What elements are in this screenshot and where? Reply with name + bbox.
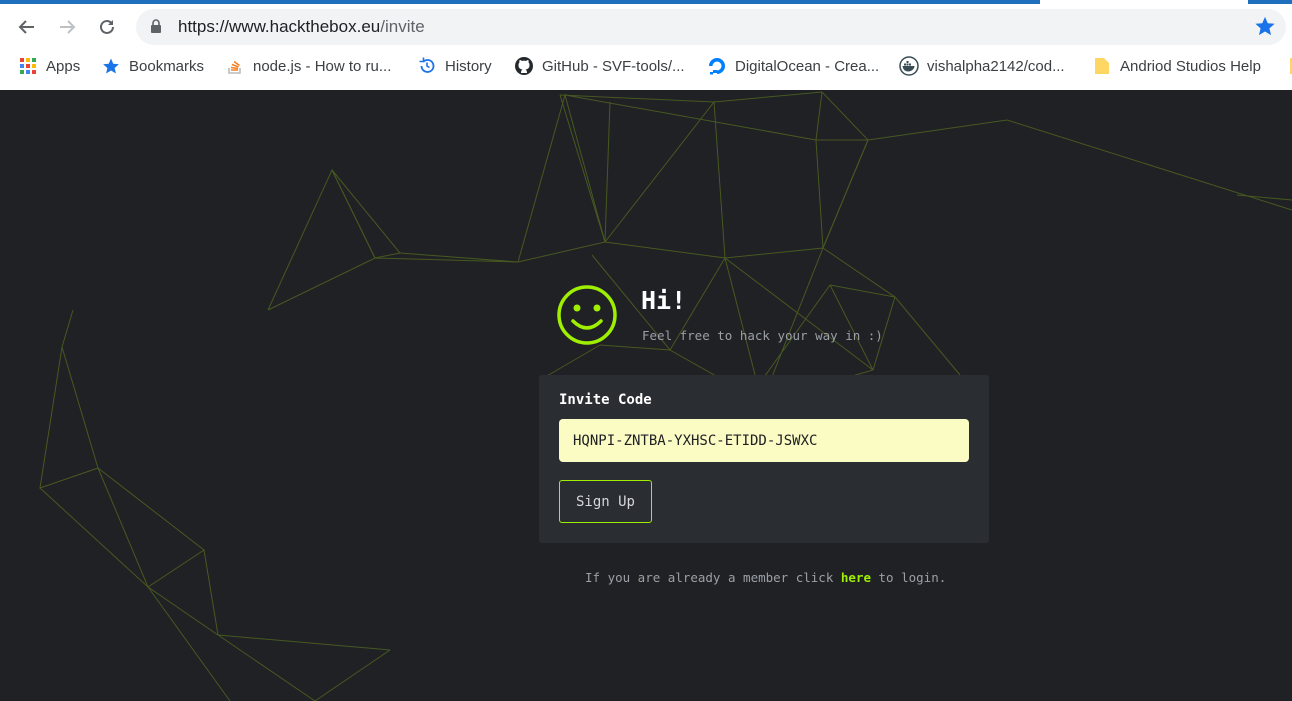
lock-icon	[151, 19, 161, 33]
bookmark-star-icon[interactable]	[1254, 15, 1276, 37]
bookmark-label: node.js - How to ru...	[253, 57, 392, 75]
bookmark-android-studio[interactable]: Andriod Studios Help	[1092, 56, 1261, 76]
smiley-face-icon	[557, 285, 617, 345]
reload-icon	[100, 19, 114, 34]
bookmark-bookmarks[interactable]: Bookmarks	[101, 56, 204, 76]
login-hint: If you are already a member click here t…	[585, 570, 946, 585]
bookmark-label: Apps	[46, 57, 81, 75]
bookmark-vishalpha[interactable]: vishalpha2142/cod...	[899, 56, 1065, 76]
url-path: /invite	[380, 17, 425, 36]
sign-up-button[interactable]: Sign Up	[559, 480, 652, 523]
invite-code-input[interactable]	[559, 419, 969, 462]
bookmark-history[interactable]: History	[417, 56, 492, 76]
greeting-title: Hi!	[641, 286, 687, 315]
bookmark-label: GitHub - SVF-tools/...	[542, 57, 685, 75]
bookmark-label: DigitalOcean - Crea...	[735, 57, 880, 75]
folder-icon	[1092, 56, 1112, 76]
tab-strip-edge	[0, 0, 1040, 4]
star-icon	[101, 56, 121, 76]
github-icon	[514, 56, 534, 76]
login-hint-before: If you are already a member click	[585, 570, 841, 585]
url-host: https://www.hackthebox.eu	[178, 17, 381, 36]
bookmark-overflow-folder[interactable]	[1284, 56, 1292, 76]
docker-icon	[899, 56, 919, 76]
bookmark-nodejs[interactable]: node.js - How to ru...	[225, 56, 391, 76]
reload-button[interactable]	[92, 12, 122, 42]
login-link[interactable]: here	[841, 570, 871, 585]
invite-form: Invite Code Sign Up	[539, 375, 989, 543]
bookmark-github[interactable]: GitHub - SVF-tools/...	[514, 56, 685, 76]
stackoverflow-icon	[225, 56, 245, 76]
bookmark-label: vishalpha2142/cod...	[927, 57, 1065, 75]
folder-icon	[1284, 56, 1292, 76]
apps-grid-icon	[18, 56, 38, 76]
bookmark-apps[interactable]: Apps	[18, 56, 80, 76]
invite-page: Hi! Feel free to hack your way in :) Inv…	[0, 90, 1292, 701]
url-text: https://www.hackthebox.eu/invite	[178, 17, 425, 37]
greeting-subtitle: Feel free to hack your way in :)	[642, 328, 883, 343]
forward-button[interactable]	[52, 12, 82, 42]
bookmark-label: Bookmarks	[129, 57, 205, 75]
arrow-left-icon	[18, 20, 34, 34]
bookmark-label: History	[445, 57, 492, 75]
back-button[interactable]	[12, 12, 42, 42]
address-bar[interactable]: https://www.hackthebox.eu/invite	[136, 9, 1286, 45]
arrow-right-icon	[60, 20, 76, 34]
tab-strip-edge-right	[1248, 0, 1292, 4]
bookmark-label: Andriod Studios Help	[1120, 57, 1261, 75]
digitalocean-icon	[707, 56, 727, 76]
invite-code-label: Invite Code	[559, 392, 652, 408]
bookmark-digitalocean[interactable]: DigitalOcean - Crea...	[707, 56, 879, 76]
login-hint-after: to login.	[870, 570, 947, 585]
bookmarks-bar: Apps Bookmarks node.js - How to ru... Hi…	[0, 52, 1292, 82]
history-icon	[417, 56, 437, 76]
browser-chrome: https://www.hackthebox.eu/invite Apps Bo…	[0, 0, 1292, 90]
